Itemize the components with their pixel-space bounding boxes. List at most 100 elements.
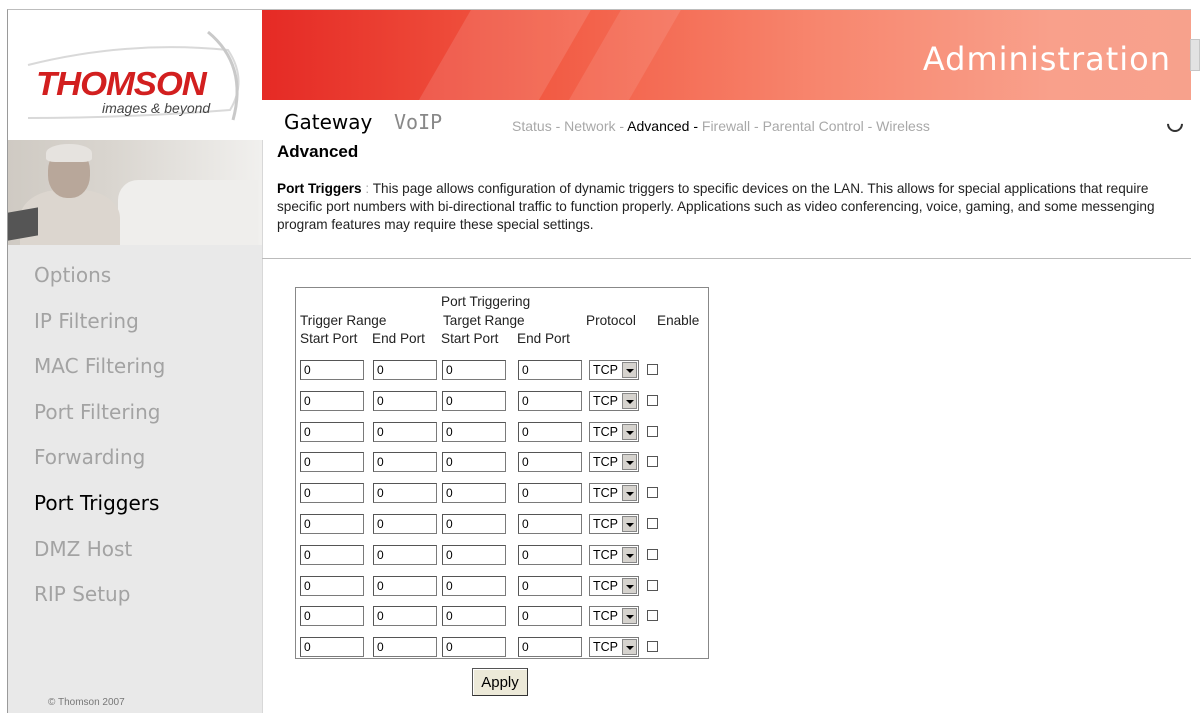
subnav-item[interactable]: Network - xyxy=(564,118,624,134)
nav-gateway[interactable]: Gateway xyxy=(284,110,372,134)
dropdown-arrow-icon[interactable] xyxy=(622,516,637,532)
subnav-item[interactable]: Parental Control - xyxy=(763,118,873,134)
dropdown-arrow-icon[interactable] xyxy=(622,485,637,502)
subnav-item[interactable]: Advanced - xyxy=(627,118,698,134)
subnav-item[interactable]: Status - xyxy=(512,118,560,134)
scrollbar-thumb[interactable] xyxy=(1190,39,1200,71)
enable-checkbox[interactable] xyxy=(647,579,658,591)
sidebar-item[interactable]: MAC Filtering xyxy=(34,354,165,400)
target-end-port-input[interactable] xyxy=(518,544,582,565)
sidebar-item[interactable]: DMZ Host xyxy=(34,537,165,583)
target-start-port-input[interactable] xyxy=(442,483,506,504)
top-navigation: Gateway VoIP Status - Network - Advanced… xyxy=(262,100,1191,140)
enable-checkbox[interactable] xyxy=(647,641,658,653)
trigger-end-port-input[interactable] xyxy=(373,606,437,627)
target-start-port-input[interactable] xyxy=(442,421,506,442)
subnav-item[interactable]: Wireless xyxy=(876,118,930,134)
trigger-start-port-input[interactable] xyxy=(300,421,364,442)
target-start-port-input[interactable] xyxy=(442,544,506,565)
trigger-start-port-input[interactable] xyxy=(300,360,364,380)
trigger-start-port-input[interactable] xyxy=(300,452,364,473)
trigger-start-port-input[interactable] xyxy=(300,575,364,596)
protocol-select[interactable]: TCP xyxy=(589,483,639,504)
window-scrollbar[interactable] xyxy=(1190,9,1201,713)
protocol-select[interactable]: TCP xyxy=(589,421,639,442)
protocol-select[interactable]: TCP xyxy=(589,360,639,380)
target-start-port-input[interactable] xyxy=(442,606,506,627)
logo-tagline: images & beyond xyxy=(102,100,211,116)
trigger-end-port-input[interactable] xyxy=(373,575,437,596)
sidebar-item[interactable]: Options xyxy=(34,263,165,309)
protocol-value: TCP xyxy=(593,455,618,470)
nav-voip[interactable]: VoIP xyxy=(394,110,442,134)
enable-checkbox[interactable] xyxy=(647,425,658,437)
sidebar-item[interactable]: Port Filtering xyxy=(34,400,165,446)
description-separator: : xyxy=(365,181,370,196)
dropdown-arrow-icon[interactable] xyxy=(622,608,637,625)
protocol-select[interactable]: TCP xyxy=(589,606,639,627)
target-start-port-input[interactable] xyxy=(442,360,506,380)
sidebar-item[interactable]: Port Triggers xyxy=(34,491,165,537)
trigger-start-port-input[interactable] xyxy=(300,606,364,627)
target-end-port-input[interactable] xyxy=(518,421,582,442)
trigger-row: TCP xyxy=(296,606,706,630)
target-end-port-input[interactable] xyxy=(518,575,582,596)
target-end-port-input[interactable] xyxy=(518,360,582,380)
enable-checkbox[interactable] xyxy=(647,487,658,499)
dropdown-arrow-icon[interactable] xyxy=(622,546,637,563)
target-start-port-input[interactable] xyxy=(442,452,506,473)
target-end-port-input[interactable] xyxy=(518,483,582,504)
protocol-select[interactable]: TCP xyxy=(589,390,639,411)
apply-button[interactable]: Apply xyxy=(472,668,528,696)
trigger-start-port-input[interactable] xyxy=(300,390,364,411)
enable-checkbox[interactable] xyxy=(647,394,658,406)
dropdown-arrow-icon[interactable] xyxy=(622,362,637,378)
target-start-port-input[interactable] xyxy=(442,514,506,534)
trigger-start-port-input[interactable] xyxy=(300,483,364,504)
trigger-end-port-input[interactable] xyxy=(373,637,437,658)
trigger-start-port-input[interactable] xyxy=(300,544,364,565)
dropdown-arrow-icon[interactable] xyxy=(622,454,637,471)
enable-checkbox[interactable] xyxy=(647,518,658,529)
dropdown-arrow-icon[interactable] xyxy=(622,392,637,409)
target-end-port-input[interactable] xyxy=(518,606,582,627)
trigger-end-port-input[interactable] xyxy=(373,544,437,565)
enable-checkbox[interactable] xyxy=(647,610,658,622)
target-end-port-input[interactable] xyxy=(518,452,582,473)
target-start-port-input[interactable] xyxy=(442,637,506,658)
target-start-port-input[interactable] xyxy=(442,575,506,596)
enable-checkbox[interactable] xyxy=(647,364,658,375)
protocol-select[interactable]: TCP xyxy=(589,575,639,596)
trigger-end-port-input[interactable] xyxy=(373,514,437,534)
protocol-select[interactable]: TCP xyxy=(589,544,639,565)
dropdown-arrow-icon[interactable] xyxy=(622,639,637,656)
protocol-select[interactable]: TCP xyxy=(589,514,639,534)
photo-laptop xyxy=(8,207,38,241)
protocol-value: TCP xyxy=(593,486,618,501)
protocol-select[interactable]: TCP xyxy=(589,637,639,658)
target-end-port-input[interactable] xyxy=(518,637,582,658)
subnav-item[interactable]: Firewall - xyxy=(702,118,759,134)
dropdown-arrow-icon[interactable] xyxy=(622,577,637,594)
trigger-end-port-input[interactable] xyxy=(373,452,437,473)
sidebar-item[interactable]: RIP Setup xyxy=(34,582,165,628)
trigger-end-port-input[interactable] xyxy=(373,390,437,411)
sidebar-item[interactable]: Forwarding xyxy=(34,445,165,491)
protocol-select[interactable]: TCP xyxy=(589,452,639,473)
trigger-start-port-input[interactable] xyxy=(300,514,364,534)
main-content: Advanced Port Triggers : This page allow… xyxy=(262,140,1191,713)
enable-checkbox[interactable] xyxy=(647,548,658,560)
enable-checkbox[interactable] xyxy=(647,456,658,468)
target-end-port-input[interactable] xyxy=(518,514,582,534)
target-end-port-input[interactable] xyxy=(518,390,582,411)
page-description: Port Triggers : This page allows configu… xyxy=(277,180,1177,234)
protocol-value: TCP xyxy=(593,640,618,655)
sidebar-menu: Options IP Filtering MAC Filtering Port Fil… xyxy=(34,263,165,628)
trigger-end-port-input[interactable] xyxy=(373,360,437,380)
target-start-port-input[interactable] xyxy=(442,390,506,411)
trigger-end-port-input[interactable] xyxy=(373,421,437,442)
dropdown-arrow-icon[interactable] xyxy=(622,423,637,440)
sidebar-item[interactable]: IP Filtering xyxy=(34,309,165,355)
trigger-start-port-input[interactable] xyxy=(300,637,364,658)
trigger-end-port-input[interactable] xyxy=(373,483,437,504)
